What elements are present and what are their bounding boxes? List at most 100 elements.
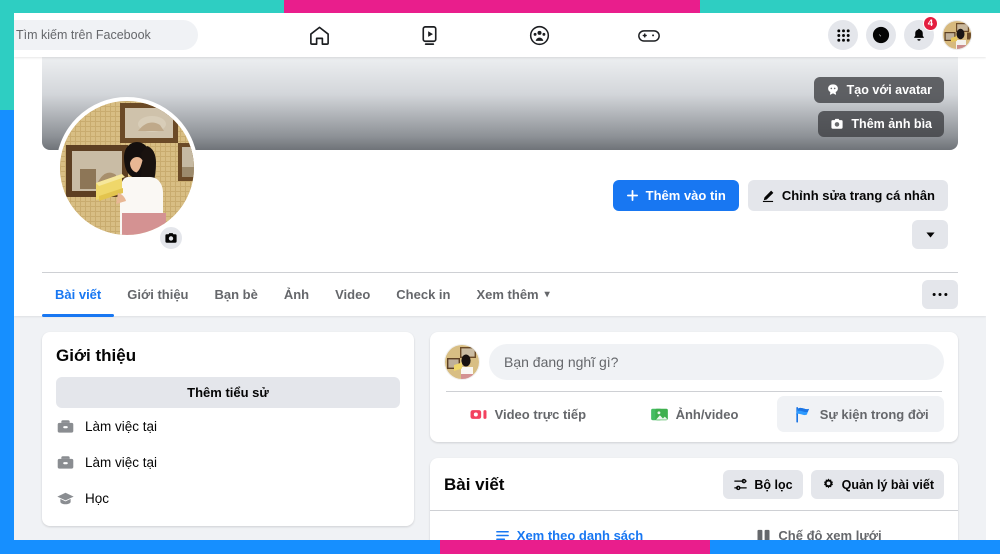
add-to-story-label: Thêm vào tin — [645, 188, 726, 203]
gamepad-icon — [637, 23, 661, 47]
live-video-icon — [469, 405, 488, 424]
intro-item-work-2[interactable]: Làm việc tại — [56, 444, 400, 480]
avatar-head-icon — [826, 83, 840, 97]
composer-input[interactable]: Bạn đang nghĩ gì? — [489, 344, 944, 380]
profile-picture[interactable] — [56, 97, 198, 239]
menu-button[interactable] — [828, 20, 858, 50]
intro-item-education[interactable]: Học — [56, 480, 400, 516]
search-placeholder: Tìm kiếm trên Facebook — [16, 28, 151, 42]
ellipsis-icon — [932, 292, 948, 297]
intro-card: Giới thiệu Thêm tiểu sử Làm việc tại Làm… — [42, 332, 414, 526]
photo-icon — [650, 405, 669, 424]
groups-icon — [528, 24, 551, 47]
watch-tab[interactable] — [394, 15, 464, 55]
notification-badge: 4 — [922, 16, 938, 31]
tab-photos-label: Ảnh — [283, 287, 310, 302]
facebook-page: Tìm kiếm trên Facebook 4 Tạo với avatar … — [14, 13, 986, 540]
frame-strip-top-left — [0, 0, 284, 13]
create-with-avatar-label: Tạo với avatar — [846, 83, 932, 97]
tabs-more-button[interactable] — [922, 280, 958, 309]
home-tab[interactable] — [284, 15, 354, 55]
grid-view-label: Chế độ xem lưới — [778, 527, 882, 541]
profile-options-dropdown[interactable] — [912, 220, 948, 249]
tab-photos[interactable]: Ảnh — [271, 273, 322, 317]
search-input[interactable]: Tìm kiếm trên Facebook — [14, 20, 198, 50]
photo-video-label: Ảnh/video — [675, 406, 739, 422]
frame-strip-top-middle — [284, 0, 700, 13]
tab-posts[interactable]: Bài viết — [42, 273, 115, 317]
change-profile-picture-button[interactable] — [158, 225, 184, 251]
groups-tab[interactable] — [504, 15, 574, 55]
notifications-button[interactable]: 4 — [904, 16, 938, 50]
add-to-story-button[interactable]: Thêm vào tin — [612, 180, 739, 211]
chevron-down-icon: ▾ — [544, 289, 550, 300]
list-view-option[interactable]: Xem theo danh sách — [444, 519, 694, 540]
life-event-button[interactable]: Sự kiện trong đời — [777, 396, 945, 432]
intro-item-label: Làm việc tại — [85, 419, 158, 434]
list-view-label: Xem theo danh sách — [516, 527, 644, 541]
tab-see-more[interactable]: Xem thêm ▾ — [463, 273, 562, 317]
live-video-label: Video trực tiếp — [494, 406, 587, 422]
posts-card: Bài viết Bộ lọc Quản lý bài viết Xem the… — [430, 458, 958, 540]
manage-posts-button[interactable]: Quản lý bài viết — [810, 470, 944, 499]
grid-menu-icon — [836, 28, 851, 43]
intro-item-label: Làm việc tại — [85, 455, 158, 470]
tab-posts-label: Bài viết — [55, 287, 102, 302]
frame-strip-bottom-right — [710, 540, 1000, 554]
edit-profile-button[interactable]: Chỉnh sửa trang cá nhân — [747, 180, 948, 211]
add-bio-button[interactable]: Thêm tiểu sử — [56, 377, 400, 408]
nav-tab-group — [284, 13, 684, 57]
intro-title: Giới thiệu — [56, 346, 137, 365]
life-event-label: Sự kiện trong đời — [819, 406, 929, 422]
composer-avatar[interactable] — [444, 344, 480, 380]
add-cover-photo-button[interactable]: Thêm ảnh bìa — [818, 111, 944, 137]
edit-profile-label: Chỉnh sửa trang cá nhân — [781, 188, 935, 203]
tab-friends[interactable]: Bạn bè — [202, 273, 271, 317]
tab-videos[interactable]: Video — [322, 273, 383, 317]
tab-videos-label: Video — [335, 287, 371, 302]
create-with-avatar-button[interactable]: Tạo với avatar — [813, 77, 944, 103]
tab-see-more-label: Xem thêm — [476, 287, 539, 302]
briefcase-icon — [56, 417, 75, 436]
composer-divider — [446, 391, 942, 392]
grid-view-option[interactable]: Chế độ xem lưới — [694, 519, 944, 540]
right-column: Bạn đang nghĩ gì? Video trực tiếp Ảnh/vi… — [430, 332, 958, 540]
profile-header: Tạo với avatar Thêm ảnh bìa Thêm vào tin… — [14, 57, 986, 317]
tab-about-label: Giới thiệu — [127, 287, 189, 302]
tab-checkin[interactable]: Check in — [383, 273, 463, 317]
composer-top-row: Bạn đang nghĩ gì? — [444, 344, 944, 380]
pencil-icon — [761, 189, 775, 203]
messenger-icon — [872, 26, 890, 44]
frame-strip-top-right — [700, 0, 1000, 13]
live-video-button[interactable]: Video trực tiếp — [444, 396, 611, 432]
cover-buttons: Tạo với avatar Thêm ảnh bìa — [813, 77, 944, 137]
gear-icon — [821, 477, 836, 492]
frame-strip-bottom-middle — [440, 540, 710, 554]
composer-placeholder: Bạn đang nghĩ gì? — [504, 354, 619, 370]
photo-video-button[interactable]: Ảnh/video — [611, 396, 778, 432]
camera-icon — [830, 117, 844, 131]
gaming-tab[interactable] — [614, 15, 684, 55]
left-column: Giới thiệu Thêm tiểu sử Làm việc tại Làm… — [42, 332, 414, 540]
filter-button[interactable]: Bộ lọc — [723, 470, 803, 499]
list-icon — [495, 528, 510, 541]
post-composer-card: Bạn đang nghĩ gì? Video trực tiếp Ảnh/vi… — [430, 332, 958, 442]
tab-about[interactable]: Giới thiệu — [114, 273, 201, 317]
intro-item-work-1[interactable]: Làm việc tại — [56, 408, 400, 444]
briefcase-icon — [56, 453, 75, 472]
top-navigation-bar: Tìm kiếm trên Facebook 4 — [14, 13, 986, 57]
add-bio-label: Thêm tiểu sử — [187, 385, 269, 400]
search-area: Tìm kiếm trên Facebook — [14, 20, 198, 50]
intro-item-label: Học — [85, 491, 110, 506]
plus-icon — [626, 189, 639, 202]
video-play-icon — [418, 24, 441, 47]
profile-avatar[interactable] — [942, 20, 972, 50]
add-cover-photo-label: Thêm ảnh bìa — [851, 117, 932, 131]
posts-title: Bài viết — [444, 474, 505, 494]
frame-strip-left-blue — [0, 110, 14, 554]
frame-strip-right — [986, 13, 1000, 554]
manage-posts-label: Quản lý bài viết — [841, 477, 934, 492]
messenger-button[interactable] — [866, 20, 896, 50]
posts-header: Bài viết Bộ lọc Quản lý bài viết — [444, 470, 944, 499]
top-right-controls: 4 — [828, 13, 972, 57]
